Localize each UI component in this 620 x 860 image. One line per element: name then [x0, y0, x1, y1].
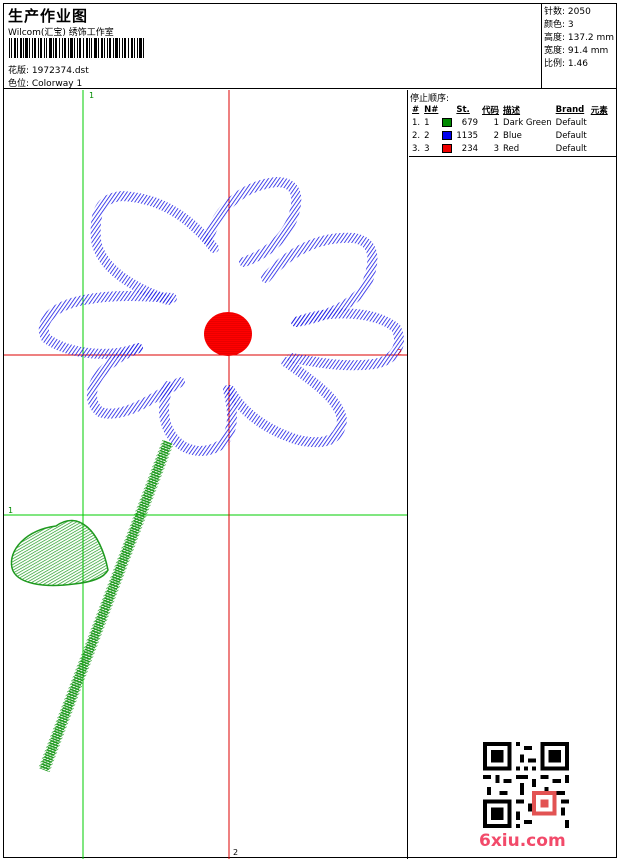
col-stitches: St.: [456, 104, 470, 115]
design-width: 宽度: 91.4 mm: [544, 46, 609, 56]
design-stats: 针数: 2050 颜色: 3 高度: 137.2 mm 宽度: 91.4 mm …: [541, 4, 616, 89]
flower-center: [204, 312, 252, 356]
info-panel: 停止顺序: # N# St. 代码 描述 Brand 元素 1. 1 679 1…: [409, 90, 616, 859]
petal-bottom-right: [225, 357, 348, 448]
petal-top-left: [90, 190, 219, 305]
table-row: 2. 2 1135 2 Blue Default: [412, 130, 587, 141]
color-table: # N# St. 代码 描述 Brand 元素 1. 1 679 1 Dark …: [410, 103, 610, 155]
col-swatch: [440, 103, 454, 116]
design-file-label: 花版: 1972374.dst: [8, 66, 89, 76]
page-title: 生产作业图: [8, 7, 89, 25]
petal-top: [203, 176, 302, 267]
design-height: 高度: 137.2 mm: [544, 33, 615, 43]
sheet-header: 生产作业图 Wilcom(汇宝) 绣饰工作室 花版: 1972374.dst 色…: [4, 4, 616, 89]
color-swatch-red: [442, 143, 453, 153]
axis-label-v1: 1: [89, 91, 95, 100]
stem-outline: [38, 439, 174, 773]
color-swatch-dark-green: [442, 117, 453, 127]
axis-label-h1: 1: [8, 506, 14, 515]
col-num: N#: [424, 104, 439, 115]
watermark-site: 6xiu.com: [479, 831, 566, 851]
color-table-header: # N# St. 代码 描述 Brand 元素: [410, 103, 610, 116]
color-swatch-blue: [442, 130, 453, 140]
axis-label-h2: 2: [397, 348, 403, 357]
table-row: 3. 3 234 3 Red Default: [412, 143, 587, 154]
col-element: 元素: [590, 105, 608, 116]
col-description: 描述: [503, 105, 521, 116]
embroidery-preview: [4, 90, 407, 859]
col-code: 代码: [482, 105, 500, 116]
color-count: 颜色: 3: [544, 20, 574, 30]
design-scale: 比例: 1.46: [544, 59, 588, 69]
design-canvas: 1 1 2 2: [4, 90, 408, 859]
table-row: 1. 1 679 1 Dark Green Default: [412, 117, 587, 128]
petal-left: [38, 291, 177, 359]
barcode: [9, 38, 144, 58]
production-sheet: 生产作业图 Wilcom(汇宝) 绣饰工作室 花版: 1972374.dst 色…: [3, 3, 617, 859]
studio-name: Wilcom(汇宝) 绣饰工作室: [8, 28, 114, 38]
col-brand: Brand: [555, 104, 585, 115]
stop-sequence-panel: 停止顺序: # N# St. 代码 描述 Brand 元素 1. 1 679 1…: [409, 90, 616, 157]
colorway-label: 色位: Colorway 1: [8, 79, 83, 89]
stitch-count: 针数: 2050: [544, 7, 591, 17]
leaf: [10, 519, 109, 587]
axis-label-v2: 2: [233, 848, 239, 857]
petal-right: [287, 308, 404, 371]
col-index: #: [412, 104, 420, 115]
petal-bottom: [159, 381, 237, 456]
qr-code: [483, 742, 569, 828]
